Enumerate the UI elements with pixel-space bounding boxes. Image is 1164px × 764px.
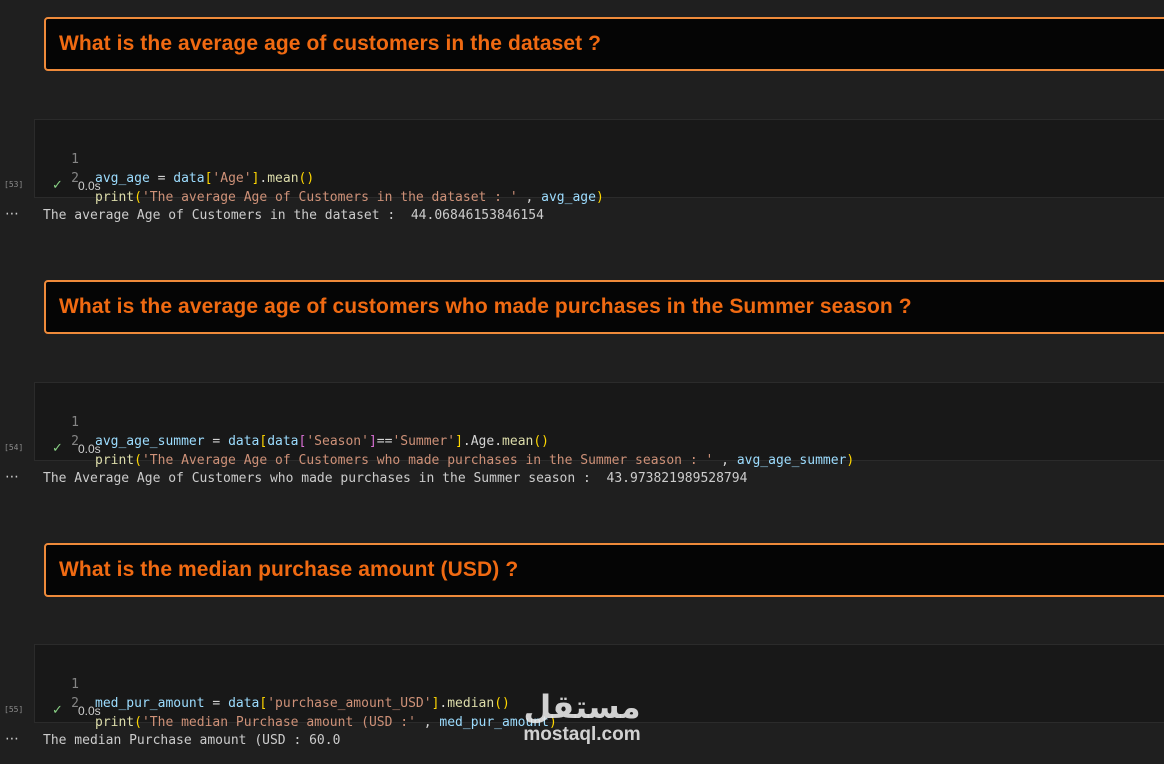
code-token: , — [517, 190, 542, 205]
markdown-cell-1[interactable]: What is the average age of customers in … — [44, 17, 1164, 71]
code-token: ( — [134, 715, 142, 730]
code-token: median — [447, 696, 495, 711]
execution-time: 0.0s — [78, 442, 101, 456]
code-token: ) — [846, 453, 855, 468]
code-token: 'The average Age of Customers in the dat… — [141, 190, 518, 205]
code-token: 'Season' — [306, 434, 369, 449]
code-token: 'purchase_amount_USD' — [267, 696, 432, 711]
check-icon: ✓ — [52, 441, 63, 456]
code-line-1[interactable]: 1 avg_age = data['Age'].mean() — [35, 131, 1164, 186]
code-token: avg_age_summer — [95, 434, 205, 449]
markdown-cell-3[interactable]: What is the median purchase amount (USD)… — [44, 543, 1164, 597]
code-line-2[interactable]: 2 print('The Average Age of Customers wh… — [35, 413, 1164, 468]
watermark-logo: مستقل mostaql.com — [512, 690, 652, 746]
ellipsis-icon[interactable]: ⋯ — [5, 731, 19, 747]
code-token: () — [494, 696, 510, 711]
cell-output: The Average Age of Customers who made pu… — [43, 471, 748, 486]
code-token: ( — [134, 453, 142, 468]
code-token: print — [95, 453, 135, 468]
execution-count: [53] — [4, 180, 24, 189]
code-cell-2[interactable]: 1 avg_age_summer = data[data['Season']==… — [34, 382, 1164, 468]
code-token: data — [267, 434, 299, 449]
code-token: data — [228, 434, 260, 449]
cell-heading: What is the median purchase amount (USD)… — [59, 558, 519, 581]
code-token: == — [376, 434, 393, 449]
execution-count: [55] — [4, 705, 24, 714]
code-token: , — [415, 715, 440, 730]
ellipsis-icon[interactable]: ⋯ — [5, 206, 19, 222]
execution-time: 0.0s — [78, 179, 101, 193]
code-token: 'Summer' — [392, 434, 456, 449]
code-token: ] — [368, 434, 377, 449]
code-token: 'Age' — [212, 171, 252, 186]
code-line-1[interactable]: 1 avg_age_summer = data[data['Season']==… — [35, 394, 1164, 449]
code-token: print — [95, 190, 135, 205]
code-token: () — [298, 171, 315, 186]
cell-output: The average Age of Customers in the data… — [43, 208, 544, 223]
code-token: med_pur_amount — [95, 696, 205, 711]
code-token: mean — [502, 434, 534, 449]
code-token: avg_age_summer — [736, 453, 847, 468]
code-token: .Age. — [462, 434, 503, 449]
code-token: = — [149, 171, 174, 186]
cell-heading: What is the average age of customers who… — [59, 295, 912, 318]
code-token: = — [204, 434, 229, 449]
code-token: ] — [455, 434, 463, 449]
code-cell-1[interactable]: 1 avg_age = data['Age'].mean() 2 print('… — [34, 119, 1164, 205]
code-token: , — [713, 453, 737, 468]
execution-time: 0.0s — [78, 704, 101, 718]
check-icon: ✓ — [52, 178, 63, 193]
ellipsis-icon[interactable]: ⋯ — [5, 469, 19, 485]
markdown-cell-2[interactable]: What is the average age of customers who… — [44, 280, 1164, 334]
code-token: () — [533, 434, 550, 449]
code-token: avg_age — [95, 171, 150, 186]
check-icon: ✓ — [52, 703, 63, 718]
code-token: ( — [134, 190, 142, 205]
code-token: ) — [595, 190, 604, 205]
code-token: = — [204, 696, 229, 711]
watermark-arabic: مستقل — [523, 688, 641, 726]
execution-count: [54] — [4, 443, 24, 452]
code-token: 'The Average Age of Customers who made p… — [141, 453, 714, 468]
code-token: data — [228, 696, 260, 711]
code-token: mean — [267, 171, 299, 186]
code-line-1[interactable]: 1 med_pur_amount = data['purchase_amount… — [35, 656, 1164, 711]
cell-heading: What is the average age of customers in … — [59, 32, 602, 55]
code-token: data — [173, 171, 205, 186]
code-token: 'The median Purchase amount (USD :' — [141, 715, 416, 730]
code-token: avg_age — [541, 190, 596, 205]
code-token: print — [95, 715, 135, 730]
code-line-2[interactable]: 2 print('The average Age of Customers in… — [35, 150, 1164, 205]
watermark-latin: mostaql.com — [523, 724, 641, 745]
cell-output: The median Purchase amount (USD : 60.0 — [43, 733, 341, 748]
